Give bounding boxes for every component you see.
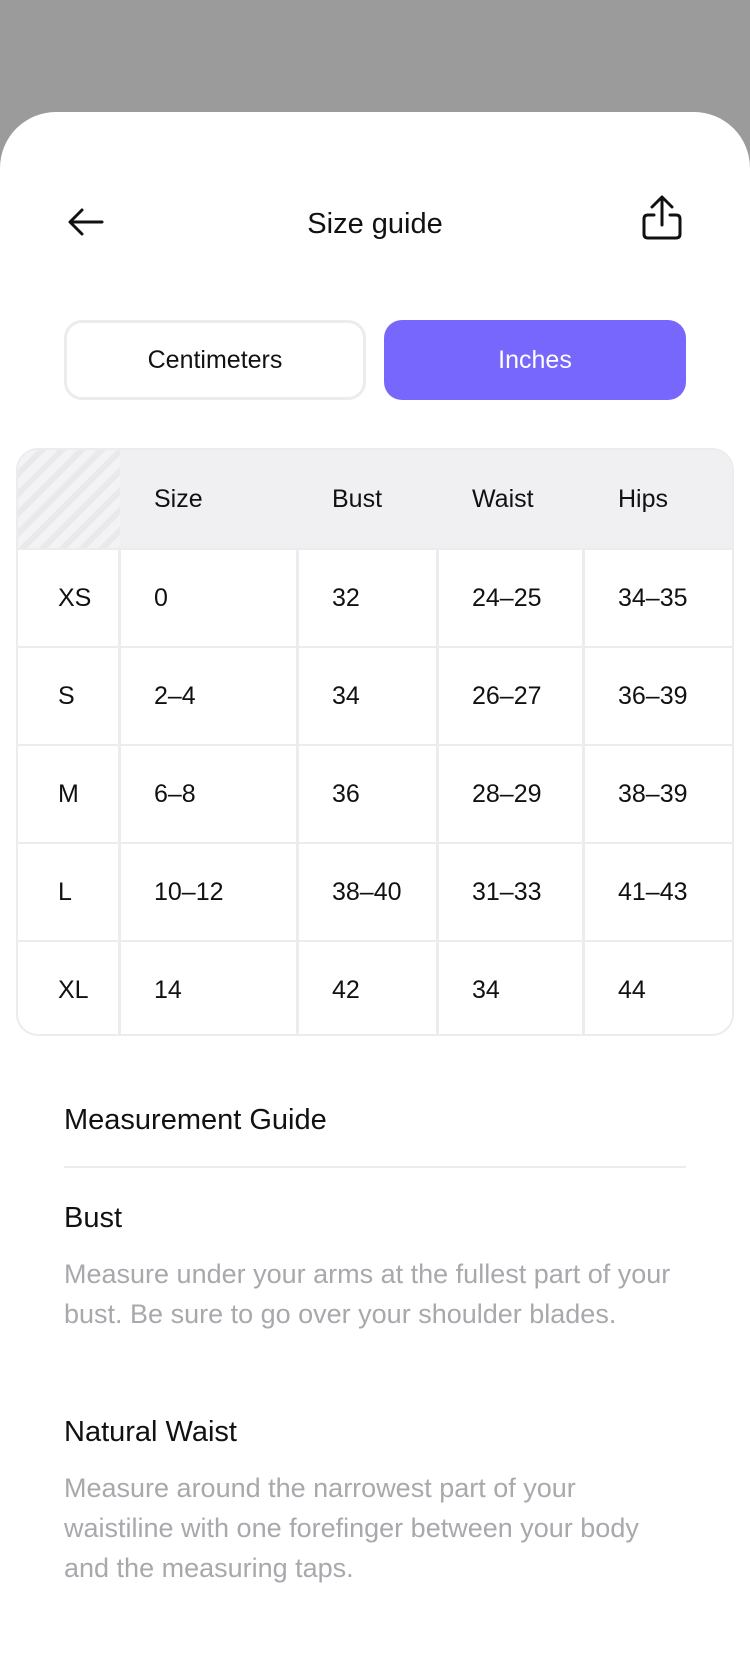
unit-toggle: Centimeters Inches — [64, 320, 686, 400]
table-row: XS 0 32 24–25 34–35 — [18, 548, 732, 646]
cell-waist: 28–29 — [472, 779, 542, 808]
cell-size: 10–12 — [154, 877, 224, 906]
cell-waist: 26–27 — [472, 681, 542, 710]
centimeters-button[interactable]: Centimeters — [64, 320, 366, 400]
size-guide-sheet: Size guide Centimeters Inches Size Bust … — [0, 112, 750, 1660]
cell-waist: 34 — [472, 975, 500, 1004]
row-label: XL — [58, 975, 89, 1004]
section-title-bust: Bust — [64, 1202, 123, 1234]
cell-bust: 42 — [332, 975, 360, 1004]
section-text-bust: Measure under your arms at the fullest p… — [64, 1259, 671, 1329]
cell-hips: 36–39 — [618, 681, 688, 710]
table-row: M 6–8 36 28–29 38–39 — [18, 744, 732, 842]
table-corner — [18, 450, 120, 548]
cell-size: 14 — [154, 975, 182, 1004]
measurement-guide-title: Measurement Guide — [64, 1104, 327, 1136]
table-row: XL 14 42 34 44 — [18, 940, 732, 1034]
cell-size: 2–4 — [154, 681, 196, 710]
table-row: L 10–12 38–40 31–33 41–43 — [18, 842, 732, 940]
cell-hips: 44 — [618, 975, 646, 1004]
row-label: XS — [58, 583, 92, 612]
cell-bust: 32 — [332, 583, 360, 612]
inches-button[interactable]: Inches — [384, 320, 686, 400]
table-row: S 2–4 34 26–27 36–39 — [18, 646, 732, 744]
header: Size guide — [0, 192, 750, 252]
section-text-natural-waist: Measure around the narrowest part of you… — [64, 1473, 639, 1583]
share-icon — [642, 195, 682, 240]
share-button[interactable] — [638, 192, 686, 244]
column-header-bust: Bust — [332, 484, 383, 513]
divider — [64, 1166, 686, 1168]
section-title-natural-waist: Natural Waist — [64, 1416, 237, 1448]
cell-bust: 38–40 — [332, 877, 402, 906]
row-label: S — [58, 681, 75, 710]
cell-hips: 41–43 — [618, 877, 688, 906]
column-header-size: Size — [154, 484, 203, 513]
row-label: M — [58, 779, 79, 808]
size-table: Size Bust Waist Hips XS 0 32 24–25 34–35… — [16, 448, 734, 1036]
cell-hips: 38–39 — [618, 779, 688, 808]
column-header-hips: Hips — [618, 484, 669, 513]
cell-size: 0 — [154, 583, 168, 612]
cell-bust: 34 — [332, 681, 360, 710]
cell-size: 6–8 — [154, 779, 196, 808]
table-header: Size Bust Waist Hips — [18, 450, 732, 548]
cell-hips: 34–35 — [618, 583, 688, 612]
cell-waist: 31–33 — [472, 877, 542, 906]
cell-bust: 36 — [332, 779, 360, 808]
column-header-waist: Waist — [472, 484, 534, 513]
cell-waist: 24–25 — [472, 583, 542, 612]
row-label: L — [58, 877, 72, 906]
